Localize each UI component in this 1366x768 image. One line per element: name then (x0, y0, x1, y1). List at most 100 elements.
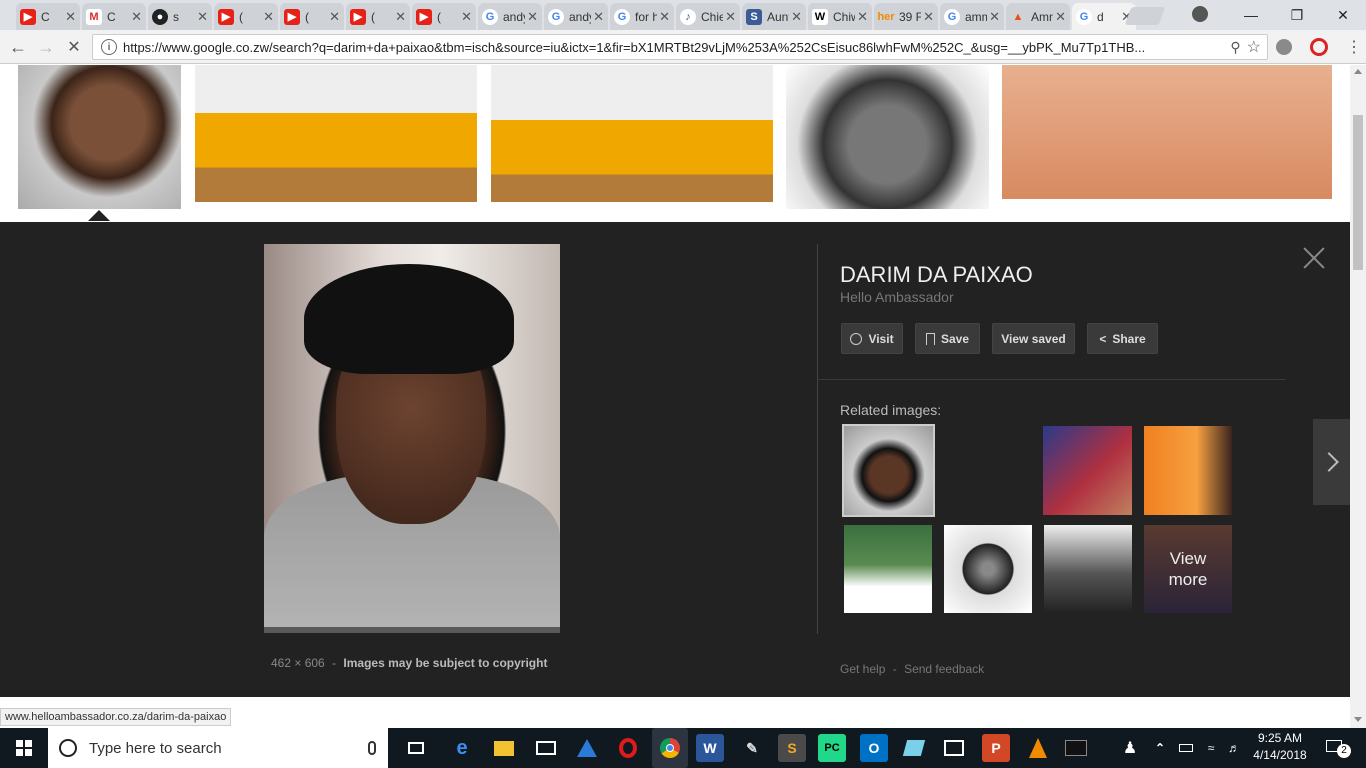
info-icon[interactable]: i (101, 39, 117, 55)
preview-image[interactable] (264, 244, 560, 633)
minimize-button[interactable]: — (1228, 0, 1274, 30)
tab[interactable]: ▶ (✕ (214, 3, 278, 30)
profile-icon[interactable] (1192, 6, 1208, 22)
next-image-button[interactable] (1313, 419, 1350, 505)
chevron-up-icon[interactable]: ⌃ (1150, 734, 1170, 762)
image-title[interactable]: DARIM DA PAIXAO (840, 262, 1033, 288)
tab[interactable]: ♪ Chie ✕ (676, 3, 740, 30)
mail-icon[interactable] (532, 734, 560, 762)
notes-icon[interactable] (900, 734, 928, 762)
zoom-icon[interactable]: ⚲ (1230, 39, 1240, 56)
sublime-icon[interactable]: S (778, 734, 806, 762)
paint-icon[interactable]: ✎ (738, 734, 766, 762)
extension-icon[interactable] (1276, 39, 1292, 55)
tab-close-icon[interactable]: ✕ (527, 9, 538, 25)
related-image[interactable] (1044, 525, 1132, 613)
tab-close-icon[interactable]: ✕ (329, 9, 340, 25)
back-button[interactable]: ← (6, 35, 30, 59)
wifi-icon[interactable]: ≈ (1201, 734, 1221, 762)
tab-close-icon[interactable]: ✕ (659, 9, 670, 25)
tab-close-icon[interactable]: ✕ (131, 9, 142, 25)
view-saved-button[interactable]: View saved (992, 323, 1075, 354)
forward-button[interactable]: → (34, 35, 58, 59)
people-icon[interactable]: ♟ (1116, 734, 1144, 762)
tab-close-icon[interactable]: ✕ (857, 9, 868, 25)
related-image[interactable] (844, 525, 932, 613)
tab-close-icon[interactable]: ✕ (263, 9, 274, 25)
save-button[interactable]: Save (915, 323, 980, 354)
bookmark-star-icon[interactable]: ☆ (1247, 37, 1261, 57)
chrome-icon[interactable] (652, 728, 688, 768)
related-image[interactable] (1144, 426, 1232, 515)
tab-close-icon[interactable]: ✕ (791, 9, 802, 25)
close-window-button[interactable]: ✕ (1320, 0, 1366, 30)
result-thumbnail[interactable] (786, 65, 989, 209)
tab[interactable]: Gamm ✕ (940, 3, 1004, 30)
tab[interactable]: ▲ Amn ✕ (1006, 3, 1070, 30)
tab[interactable]: M C ✕ (82, 3, 146, 30)
tab-close-icon[interactable]: ✕ (65, 9, 76, 25)
tab-close-icon[interactable]: ✕ (923, 9, 934, 25)
restore-button[interactable]: ❐ (1274, 0, 1320, 30)
tab-active[interactable]: Gd ✕ (1072, 3, 1136, 30)
tab-close-icon[interactable]: ✕ (725, 9, 736, 25)
battery-icon[interactable] (1176, 734, 1196, 762)
related-image[interactable] (842, 424, 935, 517)
tab-close-icon[interactable]: ✕ (593, 9, 604, 25)
page-scrollbar[interactable] (1350, 65, 1366, 730)
pycharm-icon[interactable]: PC (818, 734, 846, 762)
clock[interactable]: 9:25 AM 4/14/2018 (1252, 730, 1308, 764)
tab[interactable]: S Aunt✕ (742, 3, 806, 30)
word-icon[interactable]: W (696, 734, 724, 762)
related-image[interactable] (944, 525, 1032, 613)
action-center-button[interactable]: 2 (1318, 734, 1358, 762)
outlook-icon[interactable]: O (860, 734, 888, 762)
volume-icon[interactable]: ♬ (1224, 734, 1244, 762)
tab-close-icon[interactable]: ✕ (197, 9, 208, 25)
tab-close-icon[interactable]: ✕ (395, 9, 406, 25)
tab[interactable]: ▶ (✕ (346, 3, 410, 30)
scroll-down-icon[interactable] (1354, 717, 1362, 722)
copyright-notice[interactable]: Images may be subject to copyright (343, 656, 547, 670)
tab[interactable]: her 39 Fa✕ (874, 3, 938, 30)
tab[interactable]: Gandy✕ (544, 3, 608, 30)
result-thumbnail[interactable] (195, 65, 477, 202)
url-field[interactable] (123, 39, 1225, 55)
result-thumbnail[interactable] (491, 65, 773, 202)
opera-extension-icon[interactable] (1310, 38, 1328, 56)
tab-close-icon[interactable]: ✕ (461, 9, 472, 25)
photos-icon[interactable] (940, 734, 968, 762)
tab[interactable]: ▶ C ✕ (16, 3, 80, 30)
tab[interactable]: Gandy✕ (478, 3, 542, 30)
scroll-up-icon[interactable] (1354, 69, 1362, 74)
new-tab-button[interactable] (1124, 7, 1166, 25)
powerpoint-icon[interactable]: P (982, 734, 1010, 762)
view-more-tile[interactable]: View more (1144, 525, 1232, 613)
microphone-icon[interactable] (368, 741, 376, 755)
tab[interactable]: ● s ✕ (148, 3, 212, 30)
opera-icon[interactable] (614, 734, 642, 762)
tab[interactable]: Gfor h ✕ (610, 3, 674, 30)
terminal-icon[interactable] (1062, 734, 1090, 762)
scrollbar-thumb[interactable] (1353, 115, 1363, 270)
taskbar-search-box[interactable]: Type here to search (48, 728, 388, 768)
send-feedback-link[interactable]: Send feedback (904, 662, 984, 676)
get-help-link[interactable]: Get help (840, 662, 885, 676)
share-button[interactable]: < Share (1087, 323, 1158, 354)
stop-loading-button[interactable]: ✕ (62, 35, 86, 59)
tab[interactable]: ▶ (✕ (280, 3, 344, 30)
tab[interactable]: W Chiw✕ (808, 3, 872, 30)
result-thumbnail[interactable] (1002, 65, 1332, 199)
windows-start-icon[interactable] (10, 734, 38, 762)
close-preview-button[interactable] (1300, 244, 1328, 272)
address-bar[interactable]: i ⚲ ☆ (92, 34, 1268, 60)
file-explorer-icon[interactable] (490, 734, 518, 762)
menu-icon[interactable]: ⋮ (1346, 37, 1362, 57)
app-icon[interactable] (573, 734, 601, 762)
tab-close-icon[interactable]: ✕ (989, 9, 1000, 25)
tab-close-icon[interactable]: ✕ (1055, 9, 1066, 25)
edge-icon[interactable]: e (448, 734, 476, 762)
visit-button[interactable]: Visit (841, 323, 903, 354)
tab[interactable]: ▶ (✕ (412, 3, 476, 30)
related-image[interactable] (1043, 426, 1132, 515)
